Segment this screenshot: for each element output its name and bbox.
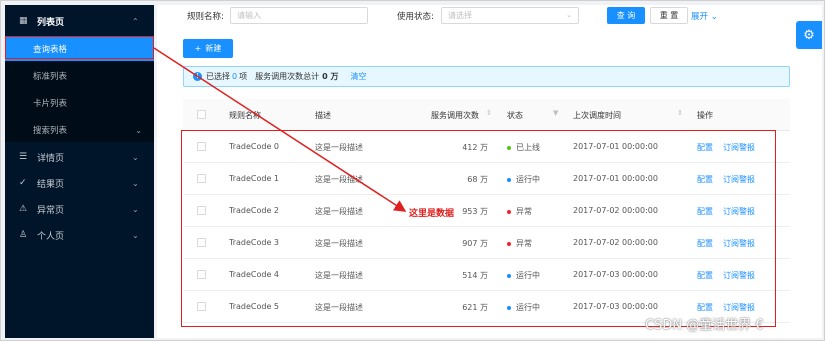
settings-drawer-button[interactable]: ⚙	[796, 21, 822, 49]
gear-icon: ⚙	[803, 27, 815, 43]
annotation-text: 这里是数据	[409, 209, 455, 219]
screenshot-frame: ▦ 列表页 ⌃ 查询表格 标准列表 卡片列表 搜索列表 ⌄ ☰ 详情页 ⌄ ✓ 结果页 ⌄ ⚠ 异常页…	[0, 0, 825, 341]
annotation-arrow	[153, 47, 407, 212]
watermark: CSDN @童话世界 €	[645, 318, 764, 333]
